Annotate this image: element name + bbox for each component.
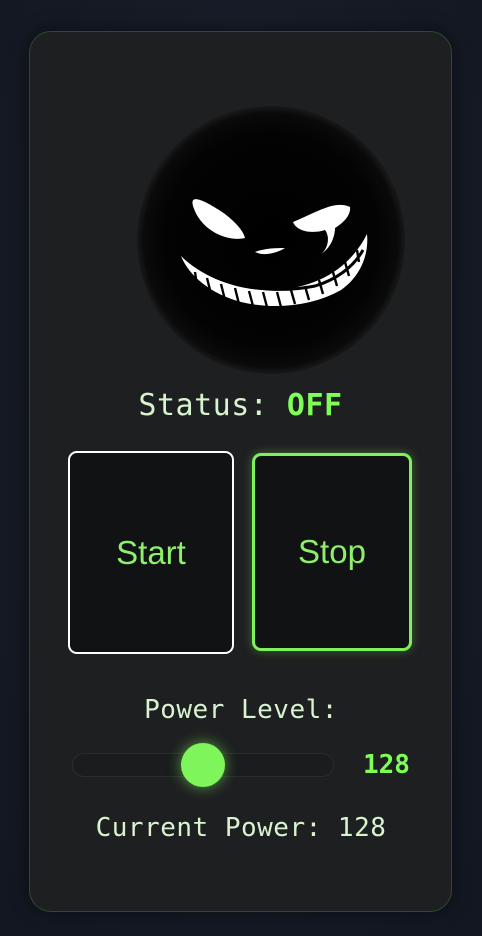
status-value: OFF bbox=[286, 388, 343, 423]
grinning-shadow-face-icon bbox=[135, 104, 408, 377]
current-power: Current Power: 128 bbox=[0, 813, 482, 843]
power-level-value: 128 bbox=[363, 750, 410, 780]
stop-button-label: Stop bbox=[298, 533, 366, 570]
status-line: Status: OFF bbox=[30, 388, 451, 423]
power-slider[interactable] bbox=[72, 743, 334, 787]
start-button[interactable]: Start bbox=[68, 451, 234, 654]
current-power-label: Current Power: bbox=[95, 813, 322, 843]
start-button-label: Start bbox=[116, 533, 186, 571]
current-power-value: 128 bbox=[337, 813, 387, 843]
power-level-label: Power Level: bbox=[144, 695, 338, 725]
status-label: Status: bbox=[138, 388, 269, 423]
stop-button[interactable]: Stop bbox=[252, 453, 412, 651]
